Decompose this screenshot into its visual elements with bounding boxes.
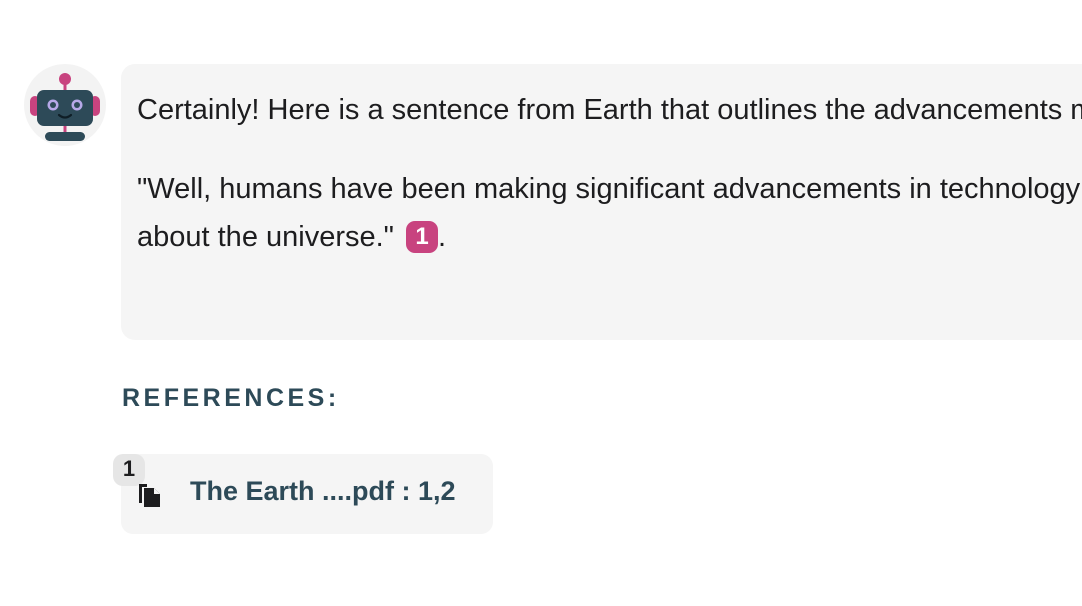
quote-trailing: . — [438, 221, 447, 253]
robot-icon — [30, 73, 100, 141]
message-line: Certainly! Here is a sentence from Earth… — [137, 94, 1082, 126]
quote-line-1: "Well, humans have been making significa… — [137, 173, 1082, 205]
assistant-avatar — [24, 64, 106, 146]
references-heading: REFERENCES: — [122, 384, 340, 412]
assistant-message-bubble: Certainly! Here is a sentence from Earth… — [121, 64, 1082, 340]
documents-icon — [137, 481, 165, 514]
message-quote: "Well, humans have been making significa… — [137, 165, 1082, 261]
reference-title: The Earth ....pdf : 1,2 — [190, 476, 456, 506]
reference-card[interactable]: 1 The Earth ....pdf : 1,2 — [113, 454, 493, 534]
citation-badge[interactable]: 1 — [406, 221, 439, 253]
quote-line-2: about the universe." — [137, 221, 394, 253]
